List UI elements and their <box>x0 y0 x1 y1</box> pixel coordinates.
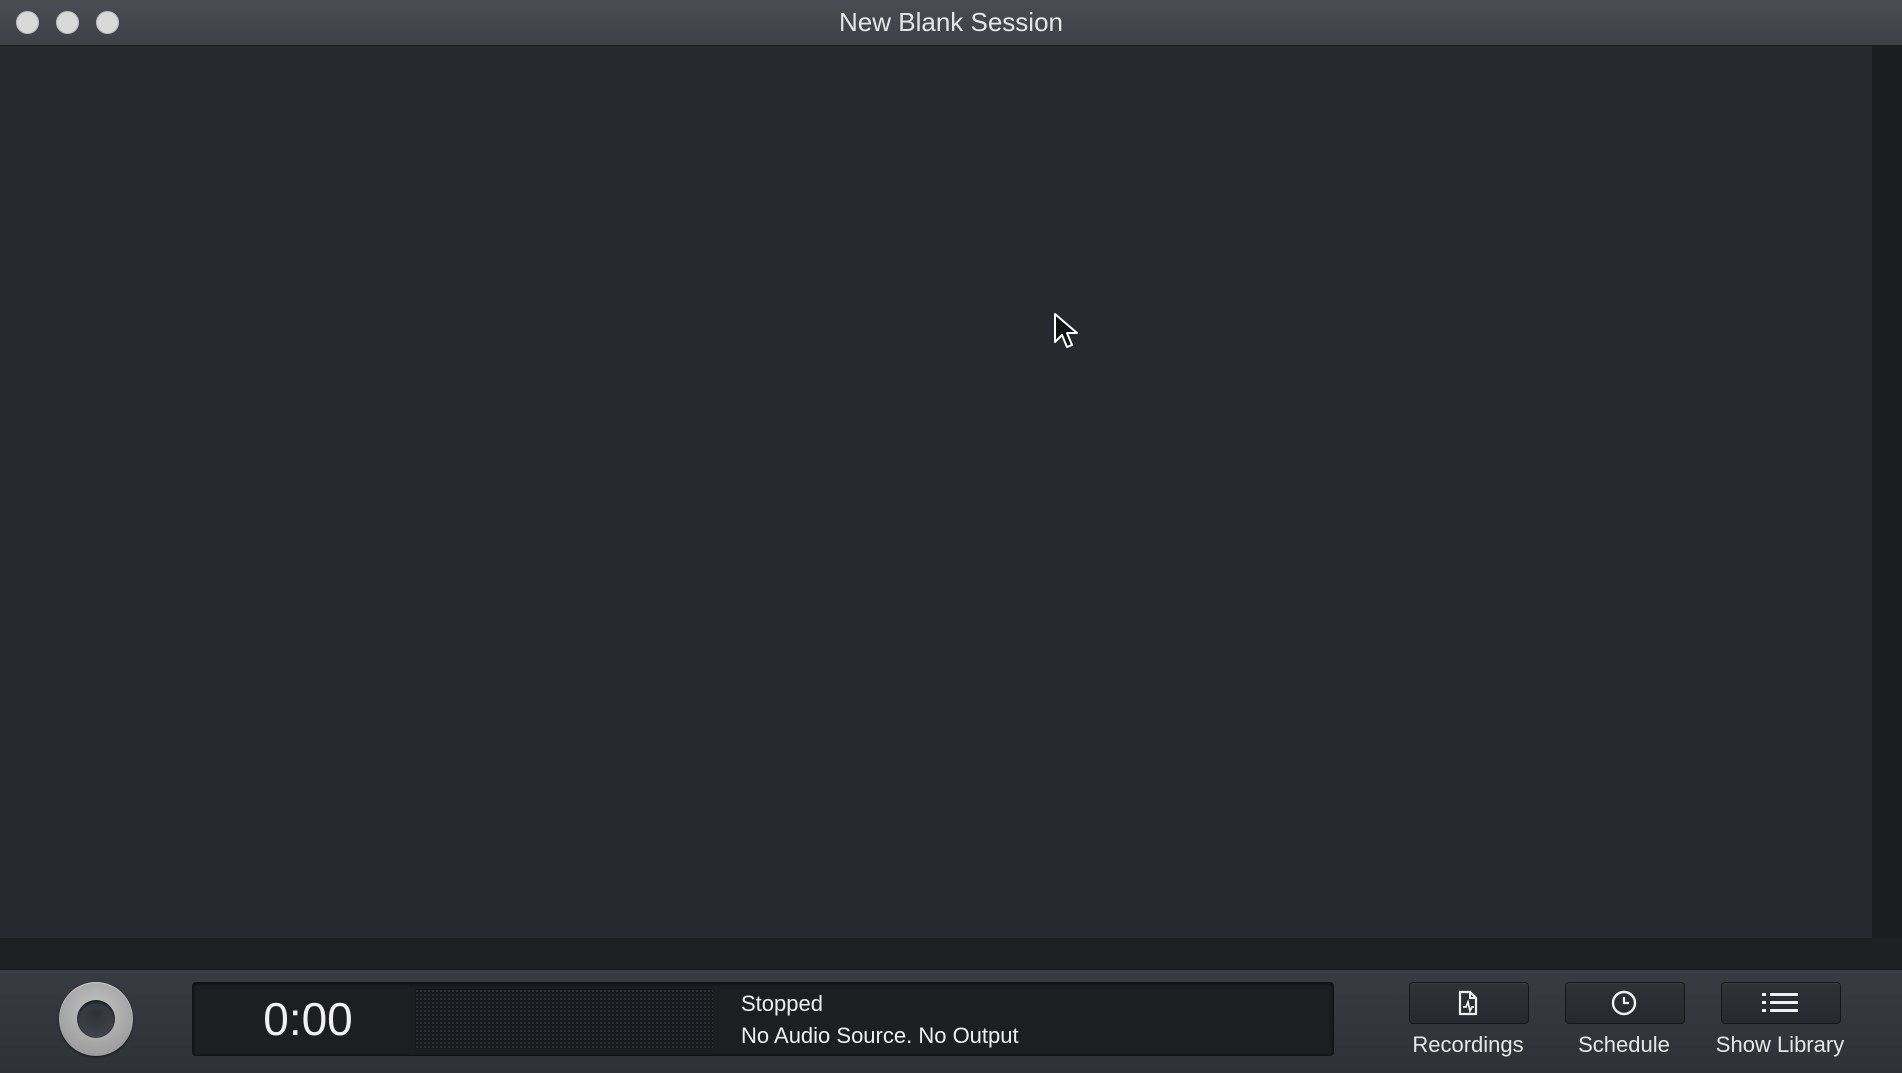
clock-icon <box>1611 990 1637 1016</box>
transport-display: 0:00 Stopped No Audio Source. No Output <box>192 982 1334 1056</box>
list-icon <box>1762 993 1798 1012</box>
schedule-tool[interactable]: Schedule <box>1537 982 1687 1072</box>
show-library-tool[interactable]: Show Library <box>1693 982 1844 1072</box>
transport-status: Stopped <box>741 991 823 1016</box>
app-window: New Blank Session 0:00 Stopped No Audio … <box>0 0 1902 1073</box>
source-info: No Audio Source. No Output <box>741 1023 1019 1048</box>
window-title: New Blank Session <box>839 7 1063 37</box>
canvas-bottom-strip <box>0 938 1902 969</box>
mouse-cursor-icon <box>1054 313 1078 348</box>
bottom-toolbar: 0:00 Stopped No Audio Source. No Output … <box>0 969 1902 1073</box>
recordings-button[interactable] <box>1409 982 1529 1024</box>
show-library-button[interactable] <box>1721 982 1841 1024</box>
title-bar[interactable]: New Blank Session <box>0 0 1902 46</box>
elapsed-time: 0:00 <box>263 993 353 1045</box>
level-meter <box>415 989 713 1049</box>
recordings-document-icon <box>1458 990 1478 1016</box>
schedule-button[interactable] <box>1565 982 1685 1024</box>
record-button[interactable] <box>59 982 133 1056</box>
right-gutter <box>1872 46 1902 938</box>
recordings-label: Recordings <box>1412 1032 1524 1057</box>
recordings-tool[interactable]: Recordings <box>1381 982 1531 1072</box>
schedule-label: Schedule <box>1578 1032 1670 1057</box>
session-canvas[interactable] <box>0 46 1872 938</box>
show-library-label: Show Library <box>1715 1032 1845 1057</box>
record-icon <box>77 1000 115 1038</box>
